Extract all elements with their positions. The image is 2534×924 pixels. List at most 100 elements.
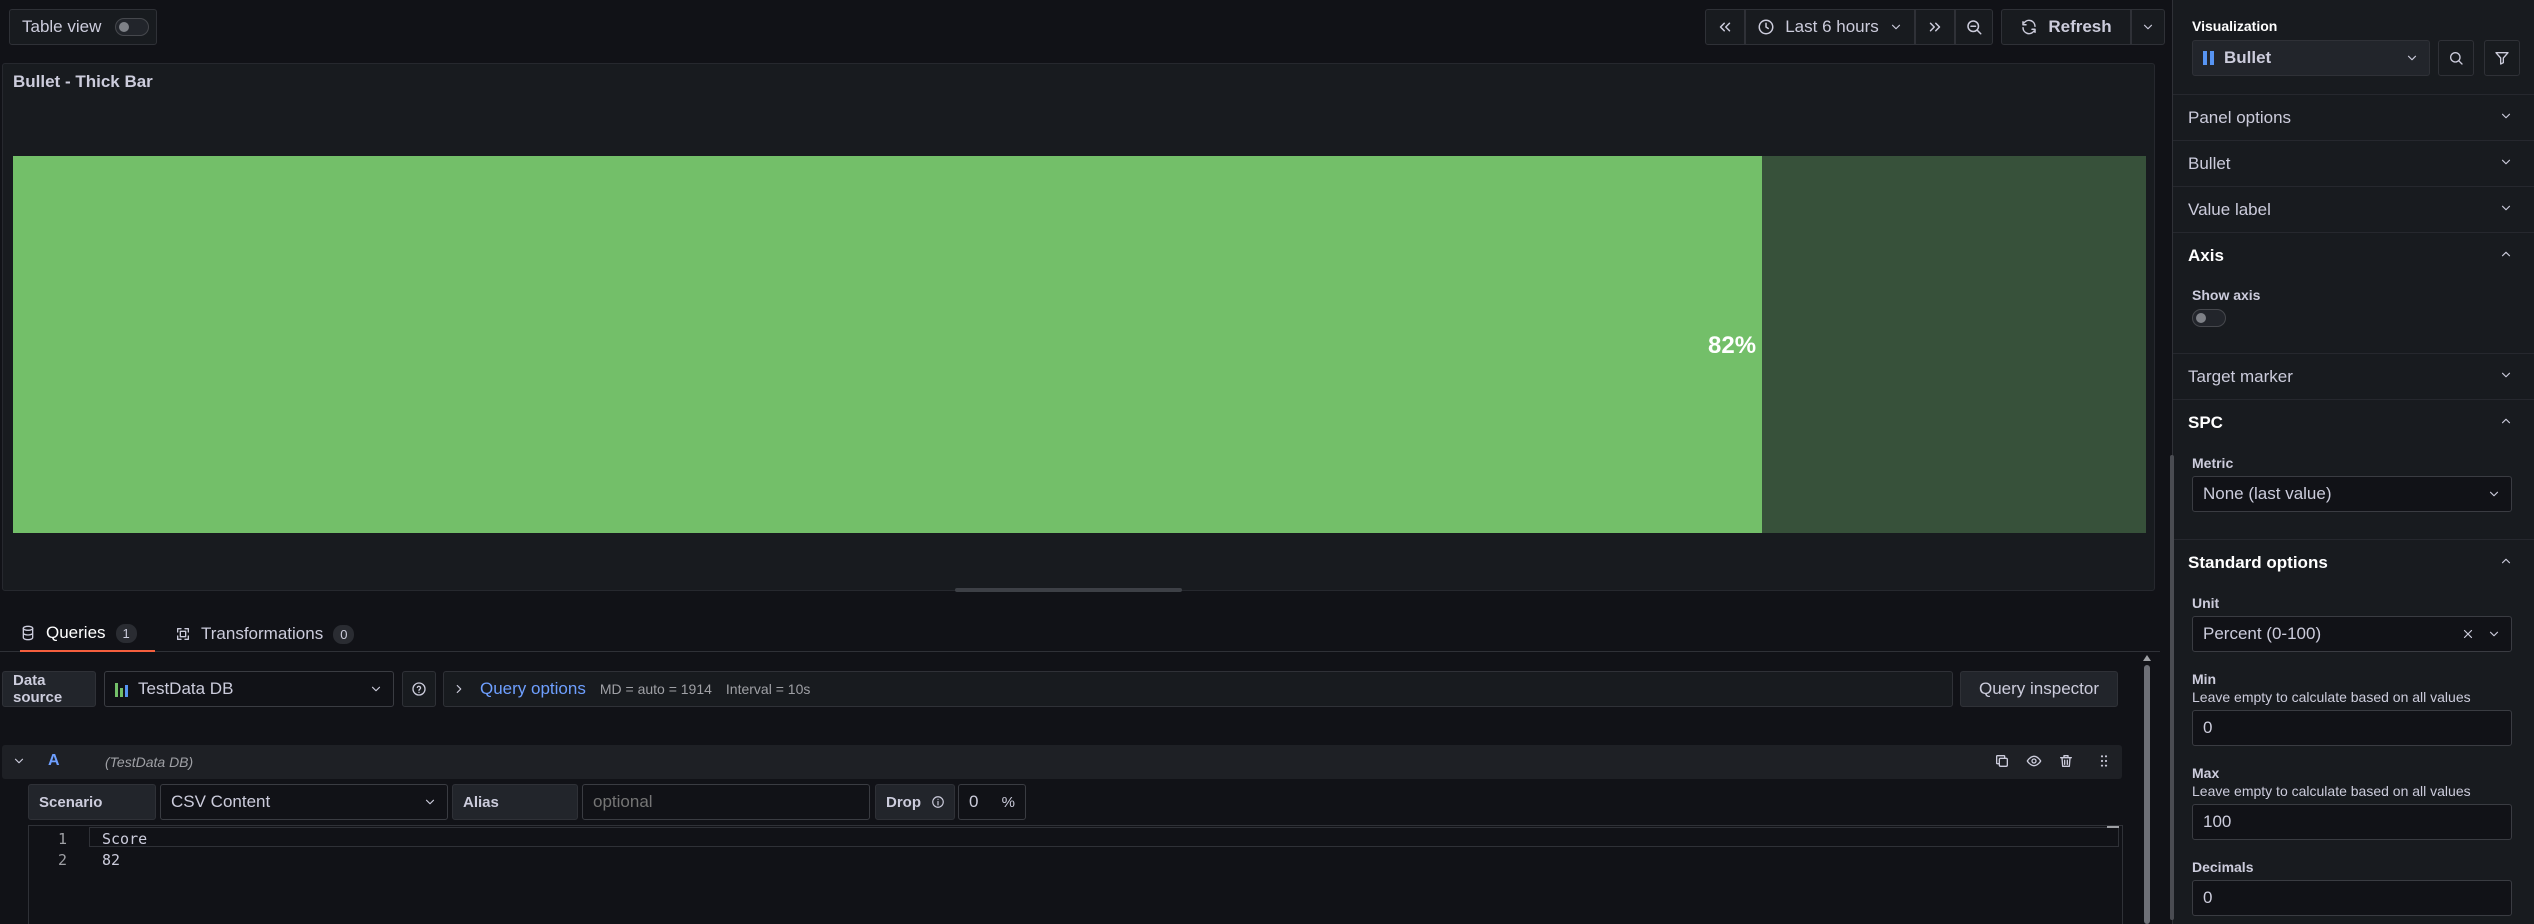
sidebar-scrollbar[interactable]: [2170, 455, 2174, 920]
section-value-label[interactable]: Value label: [2173, 186, 2534, 232]
section-panel-options-label: Panel options: [2188, 107, 2292, 127]
code-lines: 1 Score 2 82: [29, 829, 2119, 871]
section-spc-label: SPC: [2188, 412, 2223, 432]
metric-select[interactable]: None (last value): [2192, 476, 2512, 512]
query-inspector-button[interactable]: Query inspector: [1960, 671, 2118, 707]
datasource-value: TestData DB: [138, 679, 234, 698]
options-sidebar: Visualization Bullet Panel options Bulle…: [2172, 0, 2534, 924]
tab-queries[interactable]: Queries 1: [20, 616, 155, 652]
max-datapoints-text: MD = auto = 1914: [599, 681, 712, 697]
query-pane-scrollbar[interactable]: [2144, 665, 2150, 924]
close-icon[interactable]: [2461, 627, 2475, 641]
visualization-picker[interactable]: Bullet: [2192, 40, 2430, 76]
duplicate-icon[interactable]: [1994, 753, 2010, 769]
datasource-label: Data source: [2, 671, 96, 707]
chevrons-right-icon: [1926, 18, 1944, 36]
line-number: 1: [57, 830, 67, 848]
zoom-out-button[interactable]: [1955, 9, 1993, 45]
section-target-marker[interactable]: Target marker: [2173, 353, 2534, 399]
percent-unit: %: [1001, 793, 1015, 811]
time-range-value: Last 6 hours: [1785, 17, 1879, 36]
chevron-down-icon[interactable]: [12, 754, 26, 768]
line-text: 82: [102, 851, 121, 869]
time-range-controls: Last 6 hours Refresh: [1705, 9, 2165, 45]
query-editor-area: Data source TestData DB Query options MD…: [0, 653, 2160, 924]
table-view-toggle[interactable]: Table view: [9, 9, 157, 45]
section-bullet-label: Bullet: [2188, 153, 2231, 173]
visualization-label: Visualization: [2192, 18, 2278, 34]
section-target-marker-label: Target marker: [2188, 366, 2293, 386]
datasource-help-button[interactable]: [402, 671, 436, 707]
drag-handle-icon[interactable]: [2096, 753, 2112, 769]
chevron-down-icon: [2487, 487, 2501, 501]
chevron-down-icon: [2141, 20, 2155, 34]
bullet-bar-track: 82%: [13, 156, 2146, 533]
alias-input[interactable]: [582, 784, 870, 820]
max-label: Max: [2192, 765, 2220, 781]
code-line: 2 82: [29, 850, 2119, 871]
decimals-label: Decimals: [2192, 859, 2254, 875]
zoom-out-icon: [1965, 18, 1983, 36]
chevron-up-icon: [2499, 414, 2513, 428]
max-description: Leave empty to calculate based on all va…: [2192, 783, 2471, 799]
chevron-down-icon: [2499, 155, 2513, 169]
scenario-select[interactable]: CSV Content: [160, 784, 448, 820]
chevron-up-icon: [2499, 554, 2513, 568]
drop-label-text: Drop: [886, 793, 921, 811]
section-panel-options[interactable]: Panel options: [2173, 94, 2534, 140]
chevron-down-icon: [2487, 627, 2501, 641]
chevron-down-icon: [2499, 368, 2513, 382]
panel-preview: Bullet - Thick Bar 82%: [2, 63, 2155, 591]
unit-select[interactable]: Percent (0-100): [2192, 616, 2512, 652]
min-input[interactable]: 0: [2192, 710, 2512, 746]
chevron-down-icon: [2499, 201, 2513, 215]
refresh-icon: [2020, 18, 2038, 36]
time-range-forward-button[interactable]: [1915, 9, 1955, 45]
decimals-value: 0: [2203, 888, 2213, 907]
chevron-down-icon: [2499, 109, 2513, 123]
show-axis-switch[interactable]: [2192, 309, 2226, 327]
tab-transformations-label: Transformations: [201, 624, 324, 643]
section-value-label-label: Value label: [2188, 199, 2271, 219]
table-view-switch[interactable]: [115, 18, 150, 36]
scenario-label: Scenario: [28, 784, 156, 820]
decimals-input[interactable]: 0: [2192, 880, 2512, 916]
tab-transformations[interactable]: Transformations 0: [175, 616, 355, 652]
chevron-down-icon: [2405, 51, 2419, 65]
section-standard-options[interactable]: Standard options: [2173, 539, 2534, 585]
transform-icon: [175, 626, 191, 642]
min-value: 0: [2203, 718, 2213, 737]
query-options-bar[interactable]: Query options MD = auto = 1914 Interval …: [443, 671, 1953, 707]
clock-icon: [1757, 18, 1775, 36]
transformations-count-badge: 0: [333, 624, 355, 644]
trash-icon[interactable]: [2058, 753, 2074, 769]
search-icon: [2448, 50, 2464, 66]
section-axis[interactable]: Axis: [2173, 232, 2534, 278]
chevron-up-icon: [2499, 247, 2513, 261]
info-circle-icon: [931, 795, 945, 809]
time-range-picker[interactable]: Last 6 hours: [1745, 9, 1915, 45]
datasource-picker[interactable]: TestData DB: [104, 671, 394, 707]
metric-label: Metric: [2192, 455, 2234, 471]
query-datasource-name: (TestData DB): [105, 754, 194, 770]
max-input[interactable]: 100: [2192, 804, 2512, 840]
filter-options-button[interactable]: [2484, 40, 2520, 76]
editor-scroll-indicator: [2107, 826, 2119, 828]
refresh-button[interactable]: Refresh: [2001, 9, 2131, 45]
query-options-label[interactable]: Query options: [480, 679, 586, 699]
csv-code-editor[interactable]: 1 Score 2 82: [28, 825, 2123, 924]
eye-icon[interactable]: [2026, 753, 2042, 769]
query-ref-id[interactable]: A: [48, 752, 60, 770]
pane-resize-handle[interactable]: [955, 588, 1182, 592]
line-text: Score: [102, 830, 148, 848]
scroll-up-arrow-icon[interactable]: [2143, 655, 2151, 661]
refresh-label: Refresh: [2048, 17, 2112, 36]
scenario-value: CSV Content: [171, 792, 271, 811]
section-bullet[interactable]: Bullet: [2173, 140, 2534, 186]
search-options-button[interactable]: [2438, 40, 2474, 76]
drop-percent-input[interactable]: 0 %: [958, 784, 1026, 820]
line-number: 2: [57, 851, 67, 869]
time-range-back-button[interactable]: [1705, 9, 1745, 45]
refresh-interval-dropdown[interactable]: [2131, 9, 2165, 45]
section-spc[interactable]: SPC: [2173, 399, 2534, 445]
